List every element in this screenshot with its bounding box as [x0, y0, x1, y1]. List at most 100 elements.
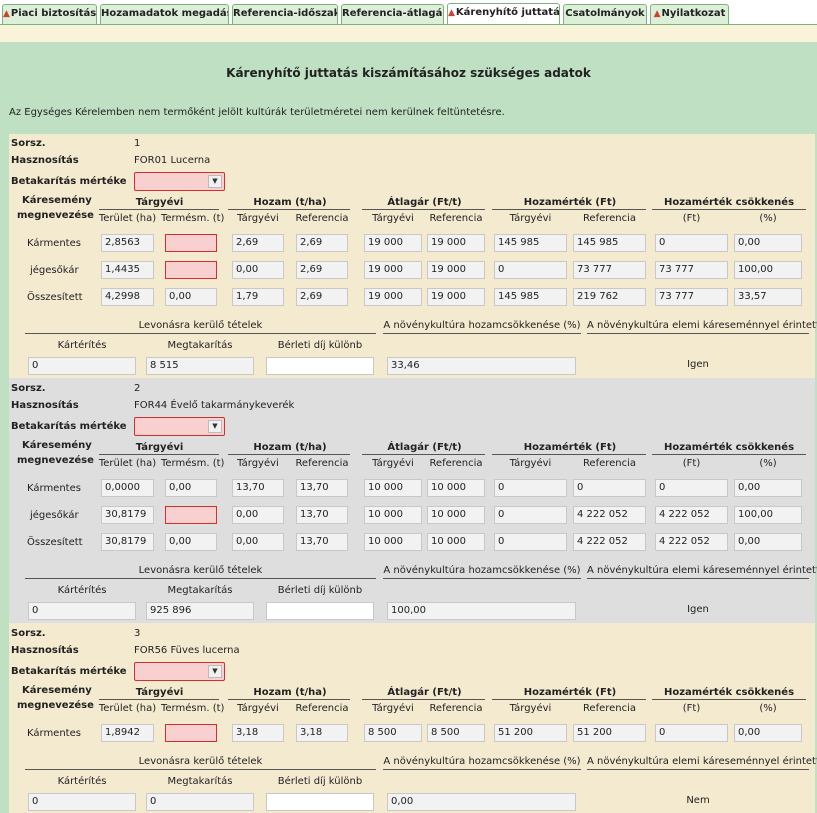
- betakaritas-select[interactable]: ▼: [134, 172, 225, 191]
- hozam-targyevi-input[interactable]: 13,70: [232, 479, 284, 497]
- hozam-targyevi-input[interactable]: 1,79: [232, 288, 284, 306]
- atlagar-referencia-input[interactable]: 10 000: [427, 533, 485, 551]
- tab-karenyhito-juttatas[interactable]: ▲Kárenyhítő juttatás: [447, 3, 560, 25]
- betakaritas-select[interactable]: ▼: [134, 417, 225, 436]
- hozam-referencia-input[interactable]: 13,70: [296, 533, 348, 551]
- atlagar-referencia-input[interactable]: 10 000: [427, 506, 485, 524]
- chevron-down-icon[interactable]: ▼: [208, 420, 222, 433]
- hozam-targyevi-input[interactable]: 0,00: [232, 261, 284, 279]
- atlagar-targyevi-input[interactable]: 10 000: [364, 479, 422, 497]
- hozamertek-targyevi-input[interactable]: 0: [494, 506, 567, 524]
- tab-csatolmanyok[interactable]: Csatolmányok: [563, 4, 647, 24]
- csokkenes-ft-input[interactable]: 0: [655, 479, 728, 497]
- hozam-targyevi-input[interactable]: 3,18: [232, 724, 284, 742]
- atlagar-referencia-input[interactable]: 10 000: [427, 479, 485, 497]
- megtakaritas-input[interactable]: 8 515: [146, 357, 254, 375]
- hozam-referencia-input[interactable]: 3,18: [296, 724, 348, 742]
- subheader-hozam-referencia: Referencia: [295, 213, 349, 224]
- hozamertek-targyevi-input[interactable]: 51 200: [494, 724, 567, 742]
- termesm-input[interactable]: [165, 261, 217, 279]
- terulet-input[interactable]: 1,4435: [101, 261, 154, 279]
- atlagar-targyevi-input[interactable]: 19 000: [364, 234, 422, 252]
- hozamcsokkenes-input[interactable]: 0,00: [387, 793, 576, 811]
- atlagar-referencia-input[interactable]: 19 000: [427, 288, 485, 306]
- megtakaritas-input[interactable]: 925 896: [146, 602, 254, 620]
- chevron-down-icon[interactable]: ▼: [208, 175, 222, 188]
- hozamertek-targyevi-input[interactable]: 0: [494, 261, 567, 279]
- termesm-input[interactable]: [165, 506, 217, 524]
- csokkenes-ft-input[interactable]: 4 222 052: [655, 533, 728, 551]
- karterites-input[interactable]: 0: [28, 793, 136, 811]
- hozamertek-referencia-input[interactable]: 51 200: [573, 724, 646, 742]
- hozamertek-targyevi-input[interactable]: 145 985: [494, 234, 567, 252]
- atlagar-referencia-input[interactable]: 8 500: [427, 724, 485, 742]
- berleti-input[interactable]: [266, 602, 374, 620]
- termesm-input[interactable]: [165, 234, 217, 252]
- megtakaritas-input[interactable]: 0: [146, 793, 254, 811]
- hozamertek-referencia-input[interactable]: 73 777: [573, 261, 646, 279]
- hozamertek-referencia-input[interactable]: 219 762: [573, 288, 646, 306]
- atlagar-targyevi-input[interactable]: 19 000: [364, 261, 422, 279]
- betakaritas-select[interactable]: ▼: [134, 662, 225, 681]
- karterites-label: Kártérítés: [57, 340, 107, 351]
- chevron-down-icon[interactable]: ▼: [208, 665, 222, 678]
- termesm-input[interactable]: 0,00: [165, 288, 217, 306]
- terulet-input[interactable]: 1,8942: [101, 724, 154, 742]
- hozamertek-targyevi-input[interactable]: 145 985: [494, 288, 567, 306]
- csokkenes-ft-input[interactable]: 0: [655, 724, 728, 742]
- csokkenes-ft-input[interactable]: 73 777: [655, 288, 728, 306]
- csokkenes-ft-input[interactable]: 73 777: [655, 261, 728, 279]
- hozamertek-referencia-input[interactable]: 4 222 052: [573, 506, 646, 524]
- tab-referencia-atlagar[interactable]: Referencia-átlagár: [341, 4, 444, 24]
- hozamertek-referencia-input[interactable]: 4 222 052: [573, 533, 646, 551]
- csokkenes-pct-input[interactable]: 0,00: [734, 724, 802, 742]
- csokkenes-pct-input[interactable]: 0,00: [734, 479, 802, 497]
- csokkenes-pct-input[interactable]: 100,00: [734, 506, 802, 524]
- termesm-input[interactable]: [165, 724, 217, 742]
- karterites-input[interactable]: 0: [28, 602, 136, 620]
- terulet-input[interactable]: 4,2998: [101, 288, 154, 306]
- terulet-input[interactable]: 30,8179: [101, 533, 154, 551]
- berleti-input[interactable]: [266, 357, 374, 375]
- karterites-input[interactable]: 0: [28, 357, 136, 375]
- csokkenes-pct-input[interactable]: 0,00: [734, 533, 802, 551]
- hozam-targyevi-input[interactable]: 0,00: [232, 533, 284, 551]
- berleti-input[interactable]: [266, 793, 374, 811]
- subheader-csokkenes-ft: (Ft): [682, 703, 701, 714]
- csokkenes-pct-input[interactable]: 100,00: [734, 261, 802, 279]
- csokkenes-pct-input[interactable]: 0,00: [734, 234, 802, 252]
- atlagar-referencia-input[interactable]: 19 000: [427, 261, 485, 279]
- atlagar-referencia-input[interactable]: 19 000: [427, 234, 485, 252]
- hozamcsokkenes-input[interactable]: 100,00: [387, 602, 576, 620]
- tab-hozamadatok-megadasa[interactable]: Hozamadatok megadása: [100, 4, 229, 24]
- csokkenes-pct-input[interactable]: 33,57: [734, 288, 802, 306]
- hozamcsokkenes-input[interactable]: 33,46: [387, 357, 576, 375]
- hozam-targyevi-input[interactable]: 2,69: [232, 234, 284, 252]
- csokkenes-ft-input[interactable]: 4 222 052: [655, 506, 728, 524]
- hozamertek-targyevi-input[interactable]: 0: [494, 479, 567, 497]
- hozam-targyevi-input[interactable]: 0,00: [232, 506, 284, 524]
- hozam-referencia-input[interactable]: 13,70: [296, 506, 348, 524]
- tab-piaci-biztositas[interactable]: ▲Piaci biztosítás: [2, 4, 97, 24]
- hozam-referencia-input[interactable]: 2,69: [296, 288, 348, 306]
- terulet-input[interactable]: 2,8563: [101, 234, 154, 252]
- atlagar-targyevi-input[interactable]: 19 000: [364, 288, 422, 306]
- tab-referencia-idoszak[interactable]: Referencia-időszak: [232, 4, 338, 24]
- atlagar-targyevi-input[interactable]: 10 000: [364, 506, 422, 524]
- terulet-input[interactable]: 30,8179: [101, 506, 154, 524]
- hozam-referencia-input[interactable]: 2,69: [296, 261, 348, 279]
- hozam-referencia-input[interactable]: 13,70: [296, 479, 348, 497]
- hozamertek-targyevi-input[interactable]: 0: [494, 533, 567, 551]
- hozam-referencia-input[interactable]: 2,69: [296, 234, 348, 252]
- termesm-input[interactable]: 0,00: [165, 479, 217, 497]
- hozamertek-referencia-input[interactable]: 0: [573, 479, 646, 497]
- atlagar-targyevi-input[interactable]: 8 500: [364, 724, 422, 742]
- hozam-group-header: Hozam (t/ha): [253, 687, 327, 698]
- termesm-input[interactable]: 0,00: [165, 533, 217, 551]
- tab-nyilatkozat[interactable]: ▲Nyilatkozat: [650, 4, 729, 24]
- atlagar-targyevi-input[interactable]: 10 000: [364, 533, 422, 551]
- terulet-input[interactable]: 0,0000: [101, 479, 154, 497]
- hozamertek-referencia-input[interactable]: 145 985: [573, 234, 646, 252]
- tab-bar: ▲Piaci biztosítás Hozamadatok megadása R…: [0, 0, 817, 25]
- csokkenes-ft-input[interactable]: 0: [655, 234, 728, 252]
